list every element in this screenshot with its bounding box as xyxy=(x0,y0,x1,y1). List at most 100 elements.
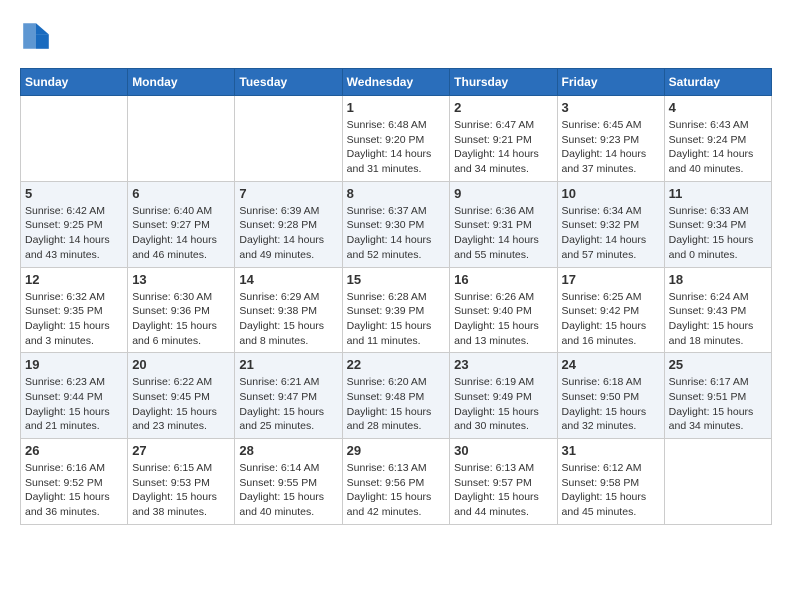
day-number: 26 xyxy=(25,443,123,458)
day-info: Sunrise: 6:18 AM Sunset: 9:50 PM Dayligh… xyxy=(562,375,660,434)
calendar-cell: 21 Sunrise: 6:21 AM Sunset: 9:47 PM Dayli… xyxy=(235,353,342,439)
day-number: 28 xyxy=(239,443,337,458)
calendar-cell xyxy=(664,439,771,525)
calendar-cell: 28Sunrise: 6:14 AM Sunset: 9:55 PM Dayli… xyxy=(235,439,342,525)
day-number: 21 xyxy=(239,357,337,372)
calendar-cell: 16 Sunrise: 6:26 AM Sunset: 9:40 PM Dayli… xyxy=(450,267,557,353)
day-number: 9 xyxy=(454,186,552,201)
day-number: 3 xyxy=(562,100,660,115)
day-number: 1 xyxy=(347,100,446,115)
day-info: Sunrise: 6:43 AM Sunset: 9:24 PM Dayligh… xyxy=(669,118,767,177)
calendar-cell xyxy=(128,96,235,182)
weekday-header-saturday: Saturday xyxy=(664,69,771,96)
day-number: 8 xyxy=(347,186,446,201)
calendar-cell: 20 Sunrise: 6:22 AM Sunset: 9:45 PM Dayli… xyxy=(128,353,235,439)
day-number: 12 xyxy=(25,272,123,287)
day-info: Sunrise: 6:30 AM Sunset: 9:36 PM Dayligh… xyxy=(132,290,230,349)
calendar-week-row: 19 Sunrise: 6:23 AM Sunset: 9:44 PM Dayli… xyxy=(21,353,772,439)
day-number: 17 xyxy=(562,272,660,287)
day-info: Sunrise: 6:23 AM Sunset: 9:44 PM Dayligh… xyxy=(25,375,123,434)
day-number: 31 xyxy=(562,443,660,458)
day-number: 2 xyxy=(454,100,552,115)
logo-icon xyxy=(20,20,52,52)
weekday-header-friday: Friday xyxy=(557,69,664,96)
day-number: 18 xyxy=(669,272,767,287)
calendar-cell: 11 Sunrise: 6:33 AM Sunset: 9:34 PM Dayli… xyxy=(664,181,771,267)
calendar-cell: 15Sunrise: 6:28 AM Sunset: 9:39 PM Dayli… xyxy=(342,267,450,353)
day-info: Sunrise: 6:16 AM Sunset: 9:52 PM Dayligh… xyxy=(25,461,123,520)
day-number: 29 xyxy=(347,443,446,458)
calendar-cell: 25 Sunrise: 6:17 AM Sunset: 9:51 PM Dayli… xyxy=(664,353,771,439)
calendar-cell: 9 Sunrise: 6:36 AM Sunset: 9:31 PM Daylig… xyxy=(450,181,557,267)
day-number: 25 xyxy=(669,357,767,372)
calendar-cell: 7Sunrise: 6:39 AM Sunset: 9:28 PM Daylig… xyxy=(235,181,342,267)
day-number: 30 xyxy=(454,443,552,458)
calendar-cell: 1 Sunrise: 6:48 AM Sunset: 9:20 PM Daylig… xyxy=(342,96,450,182)
day-info: Sunrise: 6:12 AM Sunset: 9:58 PM Dayligh… xyxy=(562,461,660,520)
day-info: Sunrise: 6:22 AM Sunset: 9:45 PM Dayligh… xyxy=(132,375,230,434)
calendar-cell: 17 Sunrise: 6:25 AM Sunset: 9:42 PM Dayli… xyxy=(557,267,664,353)
calendar-week-row: 26 Sunrise: 6:16 AM Sunset: 9:52 PM Dayli… xyxy=(21,439,772,525)
calendar-week-row: 5 Sunrise: 6:42 AM Sunset: 9:25 PM Daylig… xyxy=(21,181,772,267)
day-info: Sunrise: 6:45 AM Sunset: 9:23 PM Dayligh… xyxy=(562,118,660,177)
day-number: 5 xyxy=(25,186,123,201)
day-info: Sunrise: 6:29 AM Sunset: 9:38 PM Dayligh… xyxy=(239,290,337,349)
day-info: Sunrise: 6:39 AM Sunset: 9:28 PM Dayligh… xyxy=(239,204,337,263)
day-info: Sunrise: 6:20 AM Sunset: 9:48 PM Dayligh… xyxy=(347,375,446,434)
calendar-cell: 24 Sunrise: 6:18 AM Sunset: 9:50 PM Dayli… xyxy=(557,353,664,439)
day-info: Sunrise: 6:13 AM Sunset: 9:56 PM Dayligh… xyxy=(347,461,446,520)
calendar-cell: 3 Sunrise: 6:45 AM Sunset: 9:23 PM Daylig… xyxy=(557,96,664,182)
page-header xyxy=(20,20,772,52)
day-number: 4 xyxy=(669,100,767,115)
day-number: 24 xyxy=(562,357,660,372)
day-info: Sunrise: 6:24 AM Sunset: 9:43 PM Dayligh… xyxy=(669,290,767,349)
calendar-cell: 27 Sunrise: 6:15 AM Sunset: 9:53 PM Dayli… xyxy=(128,439,235,525)
calendar-cell: 31 Sunrise: 6:12 AM Sunset: 9:58 PM Dayli… xyxy=(557,439,664,525)
day-info: Sunrise: 6:26 AM Sunset: 9:40 PM Dayligh… xyxy=(454,290,552,349)
day-number: 6 xyxy=(132,186,230,201)
day-info: Sunrise: 6:32 AM Sunset: 9:35 PM Dayligh… xyxy=(25,290,123,349)
day-info: Sunrise: 6:36 AM Sunset: 9:31 PM Dayligh… xyxy=(454,204,552,263)
day-info: Sunrise: 6:48 AM Sunset: 9:20 PM Dayligh… xyxy=(347,118,446,177)
calendar-cell: 23Sunrise: 6:19 AM Sunset: 9:49 PM Dayli… xyxy=(450,353,557,439)
calendar-cell: 12 Sunrise: 6:32 AM Sunset: 9:35 PM Dayli… xyxy=(21,267,128,353)
calendar-table: SundayMondayTuesdayWednesdayThursdayFrid… xyxy=(20,68,772,525)
day-info: Sunrise: 6:15 AM Sunset: 9:53 PM Dayligh… xyxy=(132,461,230,520)
weekday-header-tuesday: Tuesday xyxy=(235,69,342,96)
calendar-cell: 6 Sunrise: 6:40 AM Sunset: 9:27 PM Daylig… xyxy=(128,181,235,267)
weekday-header-row: SundayMondayTuesdayWednesdayThursdayFrid… xyxy=(21,69,772,96)
day-info: Sunrise: 6:21 AM Sunset: 9:47 PM Dayligh… xyxy=(239,375,337,434)
day-info: Sunrise: 6:28 AM Sunset: 9:39 PM Dayligh… xyxy=(347,290,446,349)
day-number: 20 xyxy=(132,357,230,372)
calendar-cell xyxy=(21,96,128,182)
logo xyxy=(20,20,56,52)
day-number: 16 xyxy=(454,272,552,287)
day-number: 19 xyxy=(25,357,123,372)
calendar-cell: 29 Sunrise: 6:13 AM Sunset: 9:56 PM Dayli… xyxy=(342,439,450,525)
day-info: Sunrise: 6:25 AM Sunset: 9:42 PM Dayligh… xyxy=(562,290,660,349)
calendar-week-row: 1 Sunrise: 6:48 AM Sunset: 9:20 PM Daylig… xyxy=(21,96,772,182)
day-info: Sunrise: 6:34 AM Sunset: 9:32 PM Dayligh… xyxy=(562,204,660,263)
calendar-cell: 13 Sunrise: 6:30 AM Sunset: 9:36 PM Dayli… xyxy=(128,267,235,353)
day-number: 14 xyxy=(239,272,337,287)
day-number: 27 xyxy=(132,443,230,458)
calendar-cell: 18 Sunrise: 6:24 AM Sunset: 9:43 PM Dayli… xyxy=(664,267,771,353)
day-info: Sunrise: 6:37 AM Sunset: 9:30 PM Dayligh… xyxy=(347,204,446,263)
weekday-header-wednesday: Wednesday xyxy=(342,69,450,96)
day-number: 10 xyxy=(562,186,660,201)
calendar-cell: 8 Sunrise: 6:37 AM Sunset: 9:30 PM Daylig… xyxy=(342,181,450,267)
day-number: 13 xyxy=(132,272,230,287)
day-info: Sunrise: 6:17 AM Sunset: 9:51 PM Dayligh… xyxy=(669,375,767,434)
day-info: Sunrise: 6:19 AM Sunset: 9:49 PM Dayligh… xyxy=(454,375,552,434)
calendar-cell: 30Sunrise: 6:13 AM Sunset: 9:57 PM Dayli… xyxy=(450,439,557,525)
calendar-cell: 19 Sunrise: 6:23 AM Sunset: 9:44 PM Dayli… xyxy=(21,353,128,439)
day-number: 11 xyxy=(669,186,767,201)
calendar-cell: 5 Sunrise: 6:42 AM Sunset: 9:25 PM Daylig… xyxy=(21,181,128,267)
calendar-week-row: 12 Sunrise: 6:32 AM Sunset: 9:35 PM Dayli… xyxy=(21,267,772,353)
calendar-cell xyxy=(235,96,342,182)
weekday-header-monday: Monday xyxy=(128,69,235,96)
day-info: Sunrise: 6:42 AM Sunset: 9:25 PM Dayligh… xyxy=(25,204,123,263)
day-info: Sunrise: 6:40 AM Sunset: 9:27 PM Dayligh… xyxy=(132,204,230,263)
calendar-cell: 22Sunrise: 6:20 AM Sunset: 9:48 PM Dayli… xyxy=(342,353,450,439)
day-info: Sunrise: 6:33 AM Sunset: 9:34 PM Dayligh… xyxy=(669,204,767,263)
